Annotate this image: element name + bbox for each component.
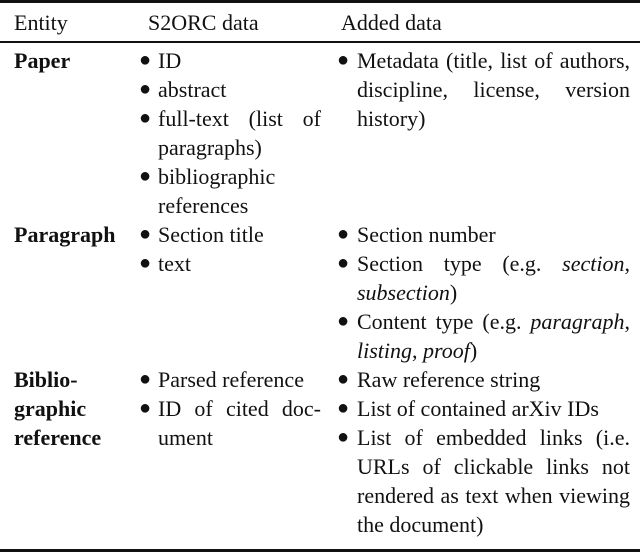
bullet-icon: ● <box>337 367 350 390</box>
bullet-icon: ● <box>337 48 350 71</box>
bullet-icon: ● <box>139 396 152 419</box>
s2orc-list-paragraph: ● Section title ● text <box>134 220 321 278</box>
bottom-rule <box>0 549 640 552</box>
s2orc-list-paper: ● ID ● abstract ● full-text (list of paragr… <box>134 46 321 220</box>
header-entity: Entity <box>14 10 68 35</box>
bullet-icon: ● <box>337 251 350 274</box>
added-cell-paragraph: ● Section number ● Section type (e.g. sect… <box>321 220 640 365</box>
table-row-paragraph: Paragraph ● Section title ● text ● Section … <box>0 220 640 365</box>
added-cell-paper: ● Metadata (title, list of au­thors, disc… <box>321 46 640 220</box>
bullet-icon: ● <box>139 77 152 100</box>
list-item: ● Content type (e.g. paragraph, listing, … <box>337 308 630 363</box>
list-item: ● full-text (list of paragraphs) <box>139 105 321 160</box>
bullet-icon: ● <box>337 222 350 245</box>
list-item: ● Section number <box>337 221 496 247</box>
bullet-icon: ● <box>139 164 152 187</box>
list-item: ● Section type (e.g. section, subsection) <box>337 250 630 305</box>
list-item: ● ID <box>139 47 182 73</box>
list-item: ● abstract <box>139 76 227 102</box>
data-table: Entity S2ORC data Added data Paper ● ID ●… <box>0 0 640 539</box>
list-item: ● bibliographic references <box>139 163 276 218</box>
list-item: ● text <box>139 250 191 276</box>
list-item: ● Metadata (title, list of au­thors, disc… <box>337 47 630 131</box>
table-header-row: Entity S2ORC data Added data <box>0 3 640 41</box>
entity-bibliographic-reference: Biblio-graphic reference <box>14 366 102 450</box>
bullet-icon: ● <box>139 251 152 274</box>
entity-paragraph: Paragraph <box>14 221 116 247</box>
added-cell-bibliographic-reference: ● Raw reference string ● List of contained… <box>321 365 640 539</box>
table-row-paper: Paper ● ID ● abstract ● full-text (list of … <box>0 43 640 220</box>
s2orc-list-bibliographic-reference: ● Parsed refer­ence ● ID of cited doc­umen… <box>134 365 321 452</box>
bullet-icon: ● <box>337 396 350 419</box>
list-item: ● List of contained arXiv IDs <box>337 395 599 421</box>
list-item: ● Section title <box>139 221 264 247</box>
s2orc-cell-paper: ● ID ● abstract ● full-text (list of paragr… <box>134 46 321 220</box>
bullet-icon: ● <box>337 425 350 448</box>
bullet-icon: ● <box>139 367 152 390</box>
bullet-icon: ● <box>337 309 350 332</box>
header-added-data: Added data <box>341 10 442 35</box>
list-item: ● Parsed refer­ence <box>139 366 304 392</box>
s2orc-cell-paragraph: ● Section title ● text <box>134 220 321 365</box>
bullet-icon: ● <box>139 222 152 245</box>
entity-paper: Paper <box>14 47 71 73</box>
bullet-icon: ● <box>139 106 152 129</box>
list-item: ● Raw reference string <box>337 366 541 392</box>
bullet-icon: ● <box>139 48 152 71</box>
added-list-paper: ● Metadata (title, list of au­thors, disc… <box>321 46 630 133</box>
list-item: ● ID of cited doc­ument <box>139 395 321 450</box>
list-item: ● List of embedded links (i.e. URLs of cl… <box>337 424 630 537</box>
table-row-bibliographic-reference: Biblio-graphic reference ● Parsed refer­e… <box>0 365 640 539</box>
added-list-paragraph: ● Section number ● Section type (e.g. sect… <box>321 220 630 365</box>
s2orc-cell-bibliographic-reference: ● Parsed refer­ence ● ID of cited doc­umen… <box>134 365 321 539</box>
header-s2orc-data: S2ORC data <box>148 10 259 35</box>
added-list-bibliographic-reference: ● Raw reference string ● List of contained… <box>321 365 630 539</box>
